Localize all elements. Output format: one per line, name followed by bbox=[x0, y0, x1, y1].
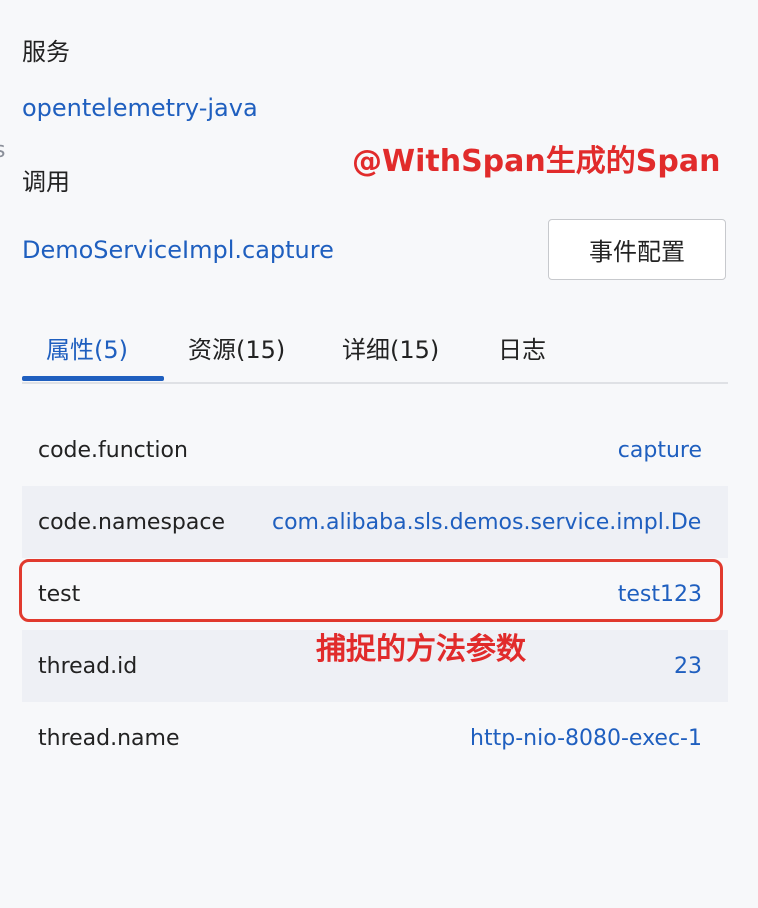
table-row: test test123 bbox=[22, 558, 728, 630]
attribute-key: code.namespace bbox=[38, 509, 225, 535]
table-row: code.function capture bbox=[22, 414, 728, 486]
attribute-value[interactable]: capture bbox=[618, 438, 702, 463]
tab-details[interactable]: 详细(15) bbox=[342, 330, 439, 365]
table-row: code.namespace com.alibaba.sls.demos.ser… bbox=[22, 486, 728, 558]
captured-param-annotation: 捕捉的方法参数 bbox=[316, 632, 526, 667]
event-config-button[interactable]: 事件配置 bbox=[548, 219, 726, 280]
attribute-value[interactable]: http-nio-8080-exec-1 bbox=[470, 726, 702, 751]
tab-resources[interactable]: 资源(15) bbox=[188, 330, 285, 365]
clipped-edge-text: s bbox=[0, 138, 5, 163]
active-tab-indicator bbox=[22, 376, 164, 381]
attribute-key: test bbox=[38, 581, 81, 607]
tab-logs[interactable]: 日志 bbox=[498, 330, 546, 365]
service-label: 服务 bbox=[22, 38, 70, 66]
tab-attributes[interactable]: 属性(5) bbox=[46, 330, 128, 365]
table-row: thread.name http-nio-8080-exec-1 bbox=[22, 702, 728, 774]
attributes-table: code.function capture code.namespace com… bbox=[22, 414, 728, 774]
attribute-key: thread.name bbox=[38, 725, 180, 751]
withspan-annotation: @WithSpan生成的Span bbox=[352, 144, 721, 179]
attribute-key: code.function bbox=[38, 437, 188, 463]
service-link[interactable]: opentelemetry-java bbox=[22, 94, 258, 122]
attribute-value[interactable]: 23 bbox=[674, 654, 702, 679]
call-link[interactable]: DemoServiceImpl.capture bbox=[22, 236, 334, 264]
tab-bar: 属性(5) 资源(15) 详细(15) 日志 bbox=[22, 318, 728, 384]
attribute-value[interactable]: test123 bbox=[618, 582, 702, 607]
call-label: 调用 bbox=[22, 168, 70, 196]
attribute-key: thread.id bbox=[38, 653, 138, 679]
attribute-value[interactable]: com.alibaba.sls.demos.service.impl.DemoS… bbox=[272, 510, 702, 535]
